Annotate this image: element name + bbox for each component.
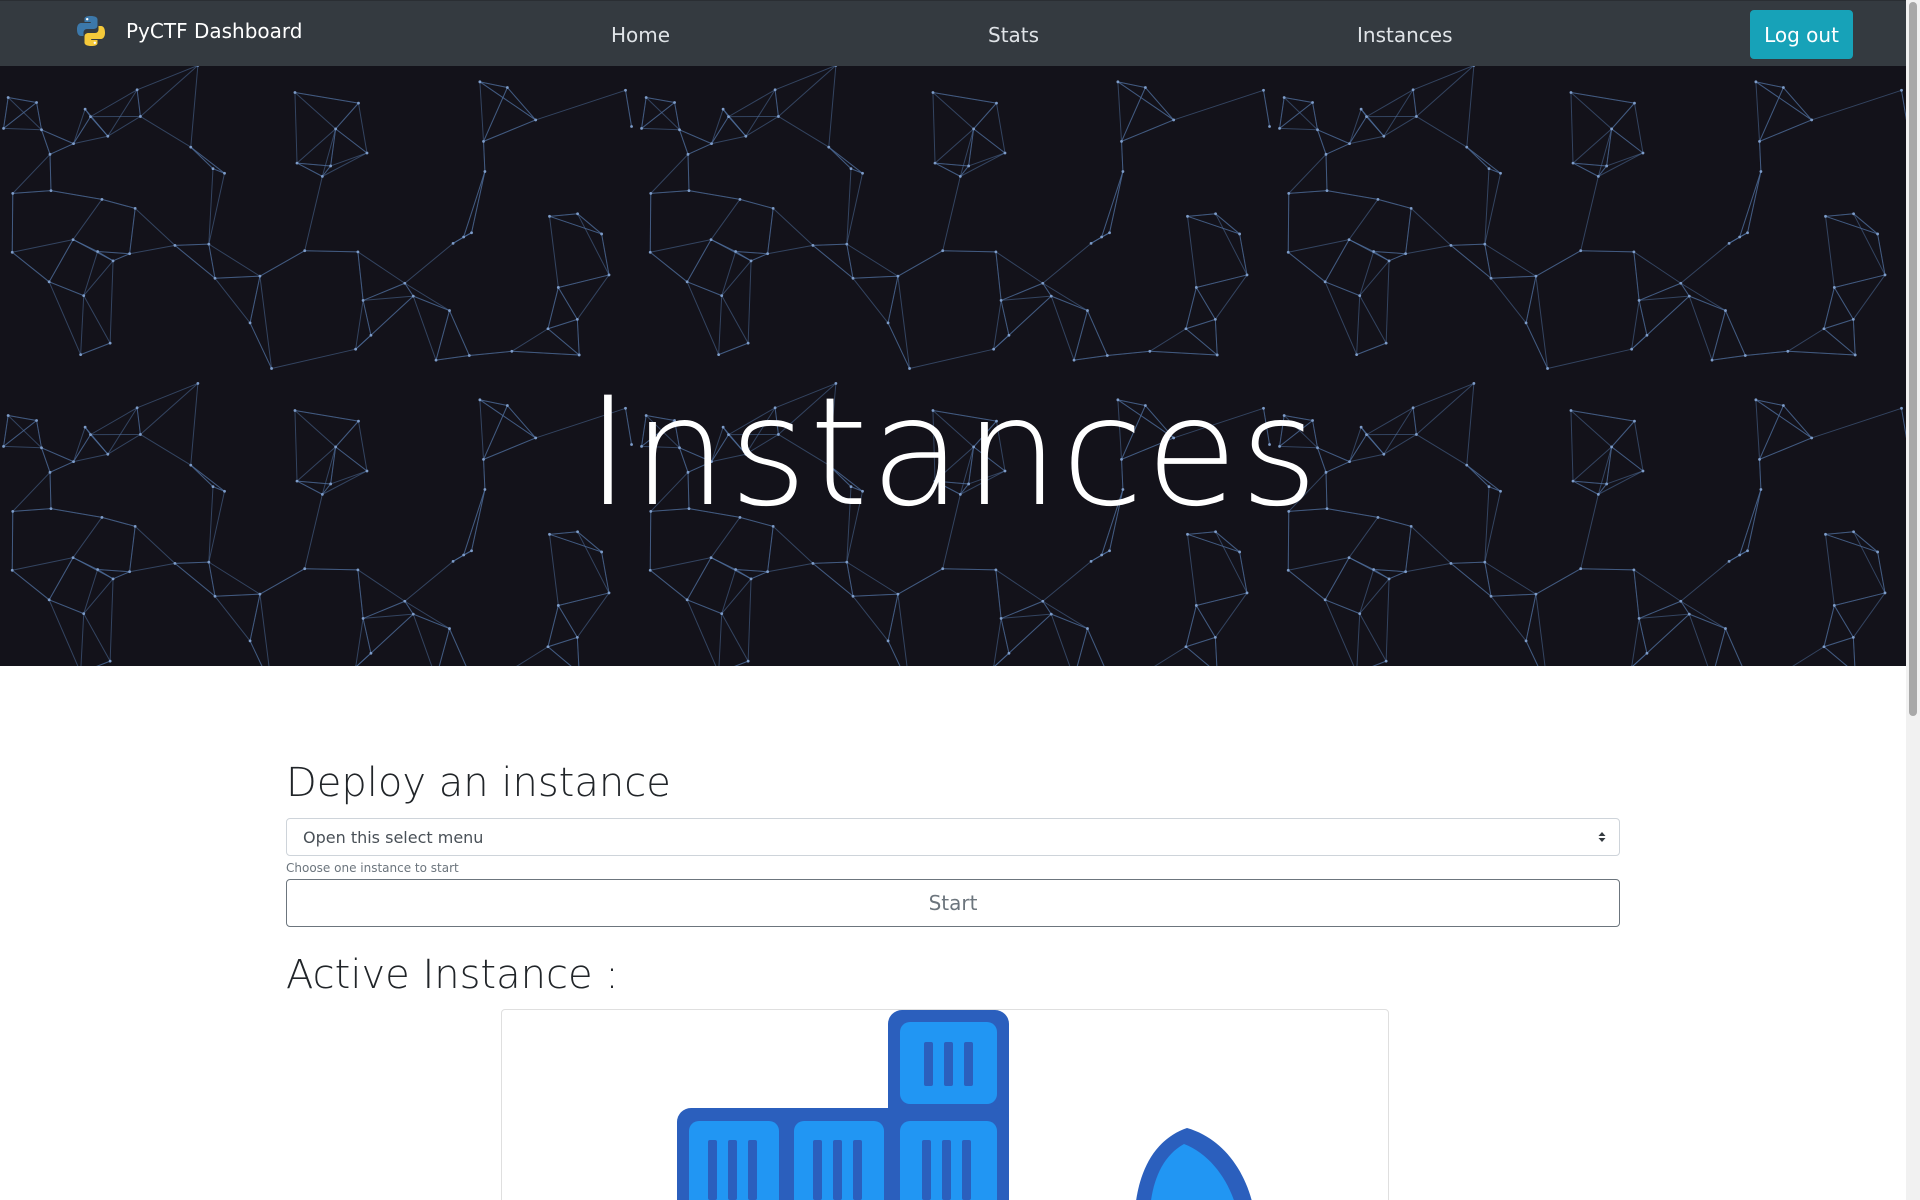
python-logo-icon bbox=[77, 16, 105, 46]
start-button[interactable]: Start bbox=[286, 879, 1620, 927]
page-title: Instances bbox=[585, 365, 1321, 540]
instance-select-value: Open this select menu bbox=[303, 828, 484, 847]
hero-banner: Instances bbox=[0, 66, 1906, 666]
active-instance-heading: Active Instance : bbox=[286, 952, 619, 998]
nav-link-instances[interactable]: Instances bbox=[1357, 23, 1453, 47]
brand-name: PyCTF Dashboard bbox=[126, 19, 303, 43]
brand-link[interactable]: PyCTF Dashboard bbox=[74, 14, 302, 48]
select-sort-icon bbox=[1598, 832, 1606, 842]
instance-select[interactable]: Open this select menu bbox=[286, 818, 1620, 856]
active-instance-card bbox=[501, 1009, 1389, 1200]
top-navbar: PyCTF Dashboard Home Stats Instances Log… bbox=[0, 0, 1906, 66]
select-help-text: Choose one instance to start bbox=[286, 861, 459, 875]
page-scrollbar[interactable] bbox=[1906, 0, 1920, 1200]
page: PyCTF Dashboard Home Stats Instances Log… bbox=[0, 0, 1920, 1200]
nav-link-home[interactable]: Home bbox=[611, 23, 670, 47]
scrollbar-thumb[interactable] bbox=[1909, 2, 1917, 716]
logout-button[interactable]: Log out bbox=[1750, 10, 1853, 59]
deploy-heading: Deploy an instance bbox=[286, 760, 671, 806]
docker-container-icon bbox=[677, 1010, 1252, 1200]
nav-link-stats[interactable]: Stats bbox=[988, 23, 1039, 47]
